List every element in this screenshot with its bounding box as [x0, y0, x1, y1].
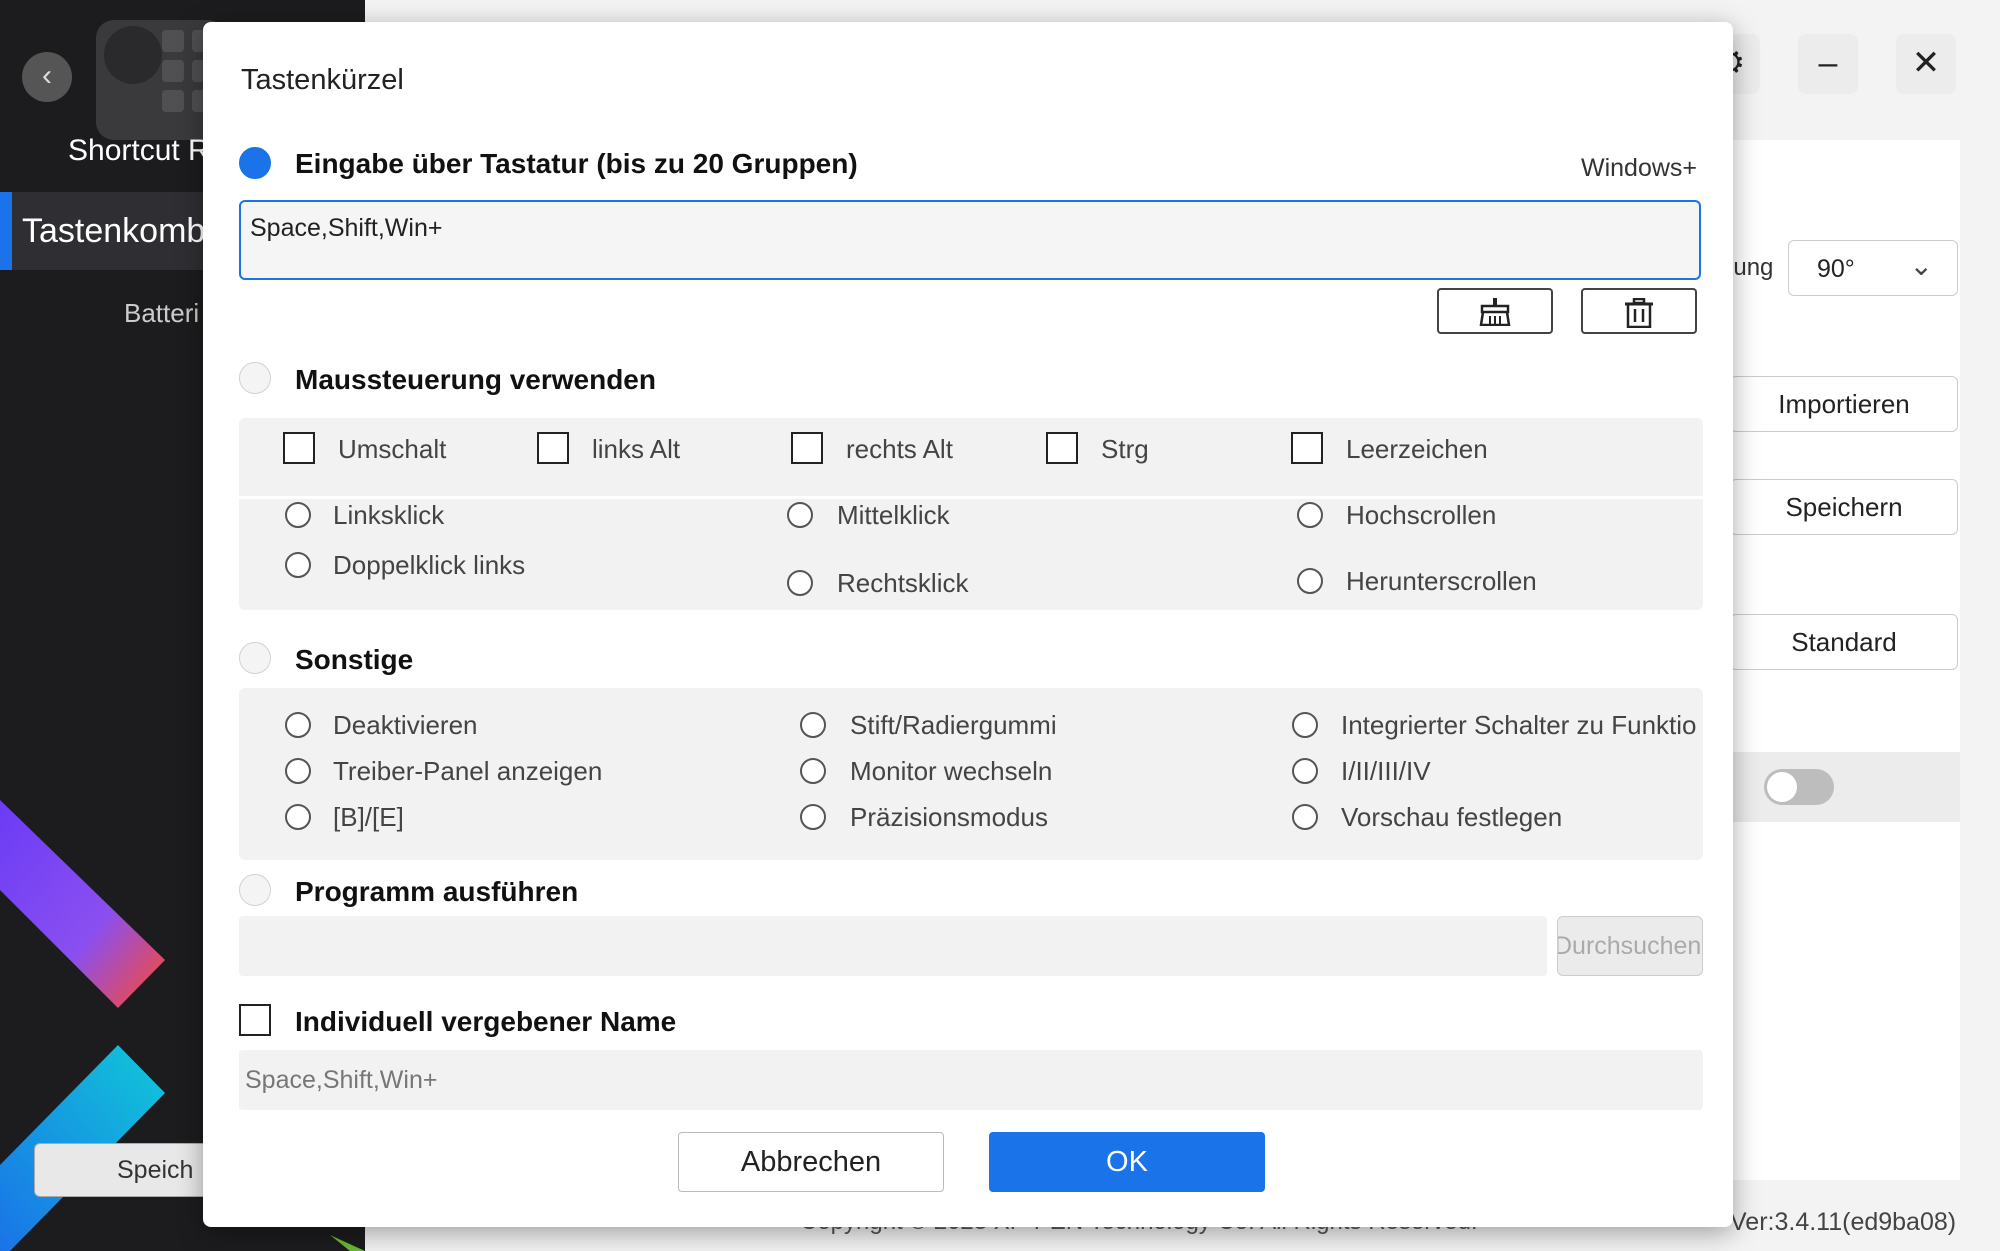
- brush-icon: [1479, 298, 1511, 326]
- shift-checkbox[interactable]: [283, 432, 315, 464]
- right-click-radio[interactable]: [787, 570, 813, 596]
- program-section-label: Programm ausführen: [295, 876, 579, 907]
- custom-name-input[interactable]: Space,Shift,Win+: [239, 1050, 1703, 1110]
- integrated-switch-radio[interactable]: [1292, 712, 1318, 738]
- scroll-up-label: Hochscrollen: [1346, 500, 1497, 530]
- switch-monitor-label: Monitor wechseln: [850, 756, 1053, 786]
- device-name: Shortcut R: [68, 134, 210, 167]
- custom-name-checkbox[interactable]: [239, 1004, 271, 1036]
- scroll-down-radio[interactable]: [1297, 568, 1323, 594]
- save-button[interactable]: Speichern: [1730, 479, 1958, 535]
- other-radio[interactable]: [239, 642, 271, 674]
- delete-button[interactable]: [1581, 288, 1697, 334]
- rotation-value: 90°: [1817, 255, 1855, 283]
- sidebar-item-battery[interactable]: Batteri: [124, 298, 199, 329]
- middle-click-label: Mittelklick: [837, 500, 950, 530]
- left-click-radio[interactable]: [285, 502, 311, 528]
- chevron-left-icon: ‹: [42, 59, 52, 92]
- left-click-label: Linksklick: [333, 500, 445, 530]
- custom-name-label: Individuell vergebener Name: [295, 1006, 677, 1037]
- close-button[interactable]: ✕: [1896, 34, 1956, 94]
- clear-button[interactable]: [1437, 288, 1553, 334]
- import-button[interactable]: Importieren: [1730, 376, 1958, 432]
- minimize-icon: –: [1818, 44, 1838, 82]
- b-e-radio[interactable]: [285, 804, 311, 830]
- set-preview-label: Vorschau festlegen: [1341, 802, 1563, 832]
- middle-click-radio[interactable]: [787, 502, 813, 528]
- scroll-up-radio[interactable]: [1297, 502, 1323, 528]
- toggle-switch[interactable]: [1764, 769, 1834, 805]
- shortcut-dialog: Tastenkürzel Eingabe über Tastatur (bis …: [203, 22, 1733, 1227]
- trash-icon: [1625, 298, 1653, 328]
- ok-button[interactable]: OK: [989, 1132, 1265, 1192]
- left-alt-checkbox[interactable]: [537, 432, 569, 464]
- pen-eraser-label: Stift/Radiergummi: [850, 710, 1057, 740]
- integrated-switch-label: Integrierter Schalter zu Funktio: [1341, 710, 1697, 740]
- b-e-label: [B]/[E]: [333, 802, 404, 832]
- space-label: Leerzeichen: [1346, 434, 1488, 464]
- shift-label: Umschalt: [338, 434, 447, 464]
- set-preview-radio[interactable]: [1292, 804, 1318, 830]
- version-text: Ver:3.4.11(ed9ba08): [1730, 1208, 1957, 1236]
- dialog-title: Tastenkürzel: [241, 64, 404, 96]
- roman-numerals-label: I/II/III/IV: [1341, 756, 1431, 786]
- roman-numerals-radio[interactable]: [1292, 758, 1318, 784]
- other-section-label: Sonstige: [295, 644, 414, 675]
- mouse-radio[interactable]: [239, 362, 271, 394]
- right-alt-label: rechts Alt: [846, 434, 953, 464]
- precision-mode-label: Präzisionsmodus: [850, 802, 1048, 832]
- keyboard-hint: Windows+: [1580, 154, 1697, 182]
- program-radio[interactable]: [239, 874, 271, 906]
- divider: [239, 496, 1703, 499]
- ctrl-label: Strg: [1101, 434, 1149, 464]
- keyboard-section-label: Eingabe über Tastatur (bis zu 20 Gruppen…: [295, 148, 858, 179]
- shortcut-input[interactable]: Space,Shift,Win+: [239, 200, 1701, 280]
- program-path-input[interactable]: [239, 916, 1547, 976]
- disable-label: Deaktivieren: [333, 710, 478, 740]
- right-alt-checkbox[interactable]: [791, 432, 823, 464]
- back-button[interactable]: ‹: [22, 52, 72, 102]
- left-alt-label: links Alt: [592, 434, 681, 464]
- minimize-button[interactable]: –: [1798, 34, 1858, 94]
- chevron-down-icon: ⌄: [1909, 250, 1933, 281]
- double-click-label: Doppelklick links: [333, 550, 526, 580]
- driver-panel-label: Treiber-Panel anzeigen: [333, 756, 603, 786]
- driver-panel-radio[interactable]: [285, 758, 311, 784]
- right-click-label: Rechtsklick: [837, 568, 969, 598]
- close-icon: ✕: [1911, 44, 1941, 82]
- double-click-radio[interactable]: [285, 552, 311, 578]
- rotation-select[interactable]: 90° ⌄: [1788, 240, 1958, 296]
- disable-radio[interactable]: [285, 712, 311, 738]
- sidebar-active-indicator: [0, 192, 12, 270]
- browse-button[interactable]: Durchsuchen: [1557, 916, 1703, 976]
- cancel-button[interactable]: Abbrechen: [678, 1132, 944, 1192]
- ctrl-checkbox[interactable]: [1046, 432, 1078, 464]
- space-checkbox[interactable]: [1291, 432, 1323, 464]
- keyboard-radio[interactable]: [239, 147, 271, 179]
- pen-eraser-radio[interactable]: [800, 712, 826, 738]
- mouse-section-label: Maussteuerung verwenden: [295, 364, 656, 395]
- precision-mode-radio[interactable]: [800, 804, 826, 830]
- scroll-down-label: Herunterscrollen: [1346, 566, 1537, 596]
- decorative-shape: [0, 800, 165, 1008]
- switch-monitor-radio[interactable]: [800, 758, 826, 784]
- default-button[interactable]: Standard: [1730, 614, 1958, 670]
- sidebar-item-label: Tastenkomb: [22, 212, 206, 250]
